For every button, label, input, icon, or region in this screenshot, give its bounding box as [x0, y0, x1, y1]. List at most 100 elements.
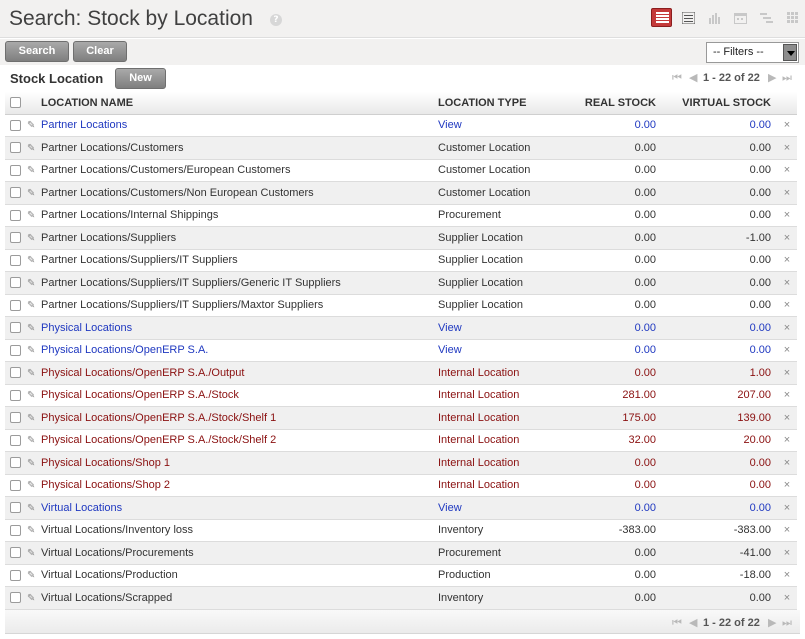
- row-checkbox-cell[interactable]: [5, 496, 27, 520]
- row-checkbox-cell[interactable]: [5, 361, 27, 385]
- pencil-icon[interactable]: ✎: [27, 593, 35, 604]
- delete-icon[interactable]: ×: [777, 541, 797, 565]
- help-icon[interactable]: ?: [270, 14, 282, 26]
- table-row[interactable]: ✎ Virtual Locations View 0.00 0.00 ×: [5, 496, 797, 520]
- delete-icon[interactable]: ×: [777, 249, 797, 272]
- row-checkbox[interactable]: [10, 479, 21, 491]
- row-checkbox[interactable]: [10, 389, 21, 401]
- gantt-view-button[interactable]: [755, 8, 776, 27]
- row-checkbox-cell[interactable]: [5, 204, 27, 227]
- kanban-view-button[interactable]: [781, 8, 802, 27]
- row-checkbox[interactable]: [10, 547, 21, 559]
- row-checkbox[interactable]: [10, 209, 21, 221]
- delete-icon[interactable]: ×: [777, 181, 797, 205]
- row-checkbox-cell[interactable]: [5, 316, 27, 340]
- table-row[interactable]: ✎ Partner Locations/Customers/European Cu…: [5, 159, 797, 182]
- edit-cell[interactable]: ✎: [27, 429, 41, 452]
- column-header-type[interactable]: LOCATION TYPE: [438, 92, 548, 115]
- location-name-cell[interactable]: Virtual Locations/Production: [41, 564, 438, 587]
- column-header-real-stock[interactable]: REAL STOCK: [548, 92, 662, 115]
- edit-cell[interactable]: ✎: [27, 316, 41, 340]
- pencil-icon[interactable]: ✎: [27, 120, 35, 131]
- table-row[interactable]: ✎ Physical Locations/OpenERP S.A. View 0.00…: [5, 339, 797, 362]
- pencil-icon[interactable]: ✎: [27, 345, 35, 356]
- edit-cell[interactable]: ✎: [27, 496, 41, 520]
- edit-cell[interactable]: ✎: [27, 136, 41, 160]
- row-checkbox-cell[interactable]: [5, 181, 27, 205]
- row-checkbox-cell[interactable]: [5, 159, 27, 182]
- delete-icon[interactable]: ×: [777, 294, 797, 317]
- row-checkbox[interactable]: [10, 524, 21, 536]
- row-checkbox-cell[interactable]: [5, 406, 27, 430]
- footer-pager-first-icon[interactable]: ⏮: [672, 616, 682, 630]
- table-row[interactable]: ✎ Physical Locations View 0.00 0.00 ×: [5, 316, 797, 340]
- location-name-cell[interactable]: Virtual Locations: [41, 496, 438, 520]
- pencil-icon[interactable]: ✎: [27, 480, 35, 491]
- edit-cell[interactable]: ✎: [27, 474, 41, 497]
- row-checkbox-cell[interactable]: [5, 519, 27, 542]
- edit-cell[interactable]: ✎: [27, 114, 41, 137]
- location-name-cell[interactable]: Physical Locations/Shop 1: [41, 451, 438, 475]
- location-name-cell[interactable]: Virtual Locations/Scrapped: [41, 586, 438, 610]
- pencil-icon[interactable]: ✎: [27, 255, 35, 266]
- delete-icon[interactable]: ×: [777, 406, 797, 430]
- delete-icon[interactable]: ×: [777, 564, 797, 587]
- row-checkbox-cell[interactable]: [5, 114, 27, 137]
- location-name-cell[interactable]: Physical Locations/OpenERP S.A.: [41, 339, 438, 362]
- column-header-virtual-stock[interactable]: VIRTUAL STOCK: [662, 92, 777, 115]
- edit-cell[interactable]: ✎: [27, 339, 41, 362]
- row-checkbox-cell[interactable]: [5, 294, 27, 317]
- delete-icon[interactable]: ×: [777, 114, 797, 137]
- row-checkbox-cell[interactable]: [5, 136, 27, 160]
- row-checkbox-cell[interactable]: [5, 586, 27, 610]
- row-checkbox-cell[interactable]: [5, 564, 27, 587]
- location-name-cell[interactable]: Physical Locations/OpenERP S.A./Stock/Sh…: [41, 406, 438, 430]
- table-row[interactable]: ✎ Partner Locations/Customers/Non Europea…: [5, 181, 797, 205]
- delete-icon[interactable]: ×: [777, 384, 797, 407]
- edit-cell[interactable]: ✎: [27, 249, 41, 272]
- delete-icon[interactable]: ×: [777, 474, 797, 497]
- column-header-name[interactable]: LOCATION NAME: [41, 92, 438, 115]
- edit-cell[interactable]: ✎: [27, 384, 41, 407]
- row-checkbox[interactable]: [10, 322, 21, 334]
- pager-prev-icon[interactable]: ◀: [689, 71, 697, 84]
- edit-cell[interactable]: ✎: [27, 294, 41, 317]
- delete-icon[interactable]: ×: [777, 451, 797, 475]
- table-row[interactable]: ✎ Partner Locations/Internal Shippings Pro…: [5, 204, 797, 227]
- row-checkbox[interactable]: [10, 592, 21, 604]
- edit-cell[interactable]: ✎: [27, 361, 41, 385]
- table-row[interactable]: ✎ Partner Locations/Suppliers/IT Supplier…: [5, 249, 797, 272]
- delete-icon[interactable]: ×: [777, 586, 797, 610]
- location-name-cell[interactable]: Partner Locations/Suppliers: [41, 226, 438, 250]
- pencil-icon[interactable]: ✎: [27, 368, 35, 379]
- edit-cell[interactable]: ✎: [27, 271, 41, 295]
- location-name-cell[interactable]: Partner Locations: [41, 114, 438, 137]
- row-checkbox[interactable]: [10, 187, 21, 199]
- row-checkbox[interactable]: [10, 569, 21, 581]
- edit-cell[interactable]: ✎: [27, 159, 41, 182]
- location-name-cell[interactable]: Partner Locations/Customers: [41, 136, 438, 160]
- pencil-icon[interactable]: ✎: [27, 233, 35, 244]
- delete-icon[interactable]: ×: [777, 361, 797, 385]
- table-row[interactable]: ✎ Physical Locations/Shop 1 Internal Locat…: [5, 451, 797, 475]
- pencil-icon[interactable]: ✎: [27, 143, 35, 154]
- location-name-cell[interactable]: Physical Locations: [41, 316, 438, 340]
- table-row[interactable]: ✎ Physical Locations/OpenERP S.A./Stock/S…: [5, 406, 797, 430]
- table-row[interactable]: ✎ Partner Locations View 0.00 0.00 ×: [5, 114, 797, 137]
- row-checkbox[interactable]: [10, 277, 21, 289]
- pencil-icon[interactable]: ✎: [27, 548, 35, 559]
- row-checkbox-cell[interactable]: [5, 271, 27, 295]
- row-checkbox-cell[interactable]: [5, 451, 27, 475]
- table-row[interactable]: ✎ Virtual Locations/Production Production 0…: [5, 564, 797, 587]
- footer-pager-next-icon[interactable]: ▶: [768, 616, 776, 629]
- location-name-cell[interactable]: Virtual Locations/Inventory loss: [41, 519, 438, 542]
- row-checkbox[interactable]: [10, 412, 21, 424]
- location-name-cell[interactable]: Partner Locations/Customers/European Cus…: [41, 159, 438, 182]
- delete-icon[interactable]: ×: [777, 136, 797, 160]
- location-name-cell[interactable]: Physical Locations/Shop 2: [41, 474, 438, 497]
- location-name-cell[interactable]: Partner Locations/Suppliers/IT Suppliers: [41, 249, 438, 272]
- footer-pager-prev-icon[interactable]: ◀: [689, 616, 697, 629]
- delete-icon[interactable]: ×: [777, 159, 797, 182]
- row-checkbox[interactable]: [10, 434, 21, 446]
- delete-icon[interactable]: ×: [777, 519, 797, 542]
